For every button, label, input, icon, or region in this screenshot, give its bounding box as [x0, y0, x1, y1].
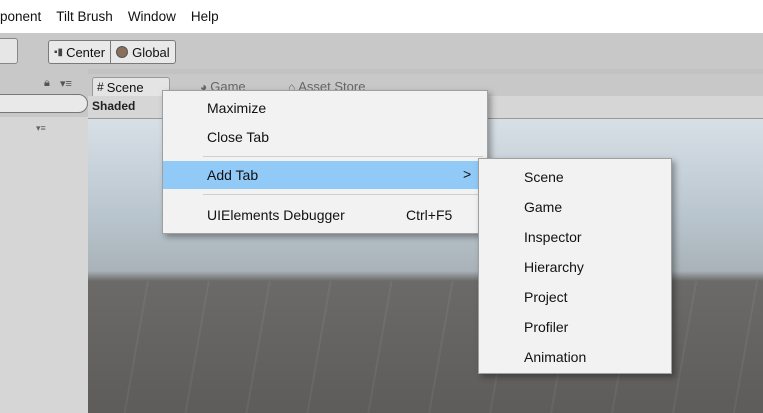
shading-mode-dropdown[interactable]: Shaded — [92, 99, 135, 113]
submenu-item-label: Animation — [524, 349, 587, 365]
pivot-global-button[interactable]: Global — [110, 41, 175, 63]
pivot-global-label: Global — [132, 44, 170, 60]
tab-scene-label: Scene — [106, 79, 144, 95]
menu-item-uielements-debugger[interactable]: UIElements Debugger Ctrl+F5 — [163, 201, 487, 229]
submenu-item-hierarchy[interactable]: Hierarchy — [479, 252, 671, 282]
tool-button[interactable] — [0, 38, 18, 64]
menu-item-label: Maximize — [207, 100, 267, 116]
menu-window[interactable]: Window — [128, 9, 176, 24]
tab-context-menu: Maximize Close Tab Add Tab > UIElements … — [162, 90, 488, 234]
pivot-center-label: Center — [66, 44, 106, 60]
list-menu-icon[interactable]: ▾≡ — [36, 123, 46, 134]
menu-item-label: Add Tab — [207, 167, 259, 183]
submenu-item-scene[interactable]: Scene — [479, 162, 671, 192]
globe-icon — [116, 46, 129, 58]
submenu-item-label: Scene — [524, 169, 564, 185]
submenu-item-label: Game — [524, 199, 563, 215]
menu-item-label: UIElements Debugger — [207, 207, 345, 223]
submenu-item-label: Profiler — [524, 319, 569, 335]
left-panel-list: ▾≡ — [0, 117, 88, 413]
submenu-item-animation[interactable]: Animation — [479, 342, 671, 372]
submenu-item-inspector[interactable]: Inspector — [479, 222, 671, 252]
menu-item-label: Close Tab — [207, 129, 270, 145]
menu-item-add-tab[interactable]: Add Tab > — [163, 161, 487, 189]
menu-help[interactable]: Help — [191, 9, 219, 24]
submenu-item-project[interactable]: Project — [479, 282, 671, 312]
submenu-item-game[interactable]: Game — [479, 192, 671, 222]
tab-scene[interactable]: # Scene — [92, 77, 170, 96]
menu-tilt-brush[interactable]: Tilt Brush — [56, 9, 113, 24]
lock-icon[interactable]: 🔒︎ — [44, 77, 50, 90]
submenu-item-label: Project — [524, 289, 568, 305]
panel-menu-icon[interactable]: ▾≡ — [60, 77, 72, 90]
search-input[interactable] — [0, 94, 88, 113]
add-tab-submenu: Scene Game Inspector Hierarchy Project P… — [478, 158, 672, 374]
menu-component[interactable]: ponent — [0, 9, 41, 24]
pivot-center-button[interactable]: ▪▮ Center — [49, 41, 110, 63]
submenu-item-label: Hierarchy — [524, 259, 584, 275]
submenu-arrow-icon: > — [463, 166, 472, 182]
left-panel-header: 🔒︎ ▾≡ — [0, 77, 88, 93]
menu-bar: ponent Tilt Brush Window Help — [0, 0, 763, 33]
menu-item-shortcut: Ctrl+F5 — [406, 207, 453, 223]
left-panel: 🔒︎ ▾≡ ▾≡ — [0, 69, 88, 413]
hash-icon: # — [97, 80, 104, 94]
menu-separator — [203, 156, 483, 157]
submenu-item-label: Inspector — [524, 229, 582, 245]
submenu-item-profiler[interactable]: Profiler — [479, 312, 671, 342]
main-toolbar: ▪▮ Center Global — [0, 33, 763, 69]
menu-separator — [203, 194, 483, 195]
menu-item-maximize[interactable]: Maximize — [163, 94, 487, 122]
menu-item-close-tab[interactable]: Close Tab — [163, 123, 487, 151]
pivot-center-icon: ▪▮ — [54, 46, 64, 58]
pivot-toggle-group: ▪▮ Center Global — [48, 40, 176, 64]
